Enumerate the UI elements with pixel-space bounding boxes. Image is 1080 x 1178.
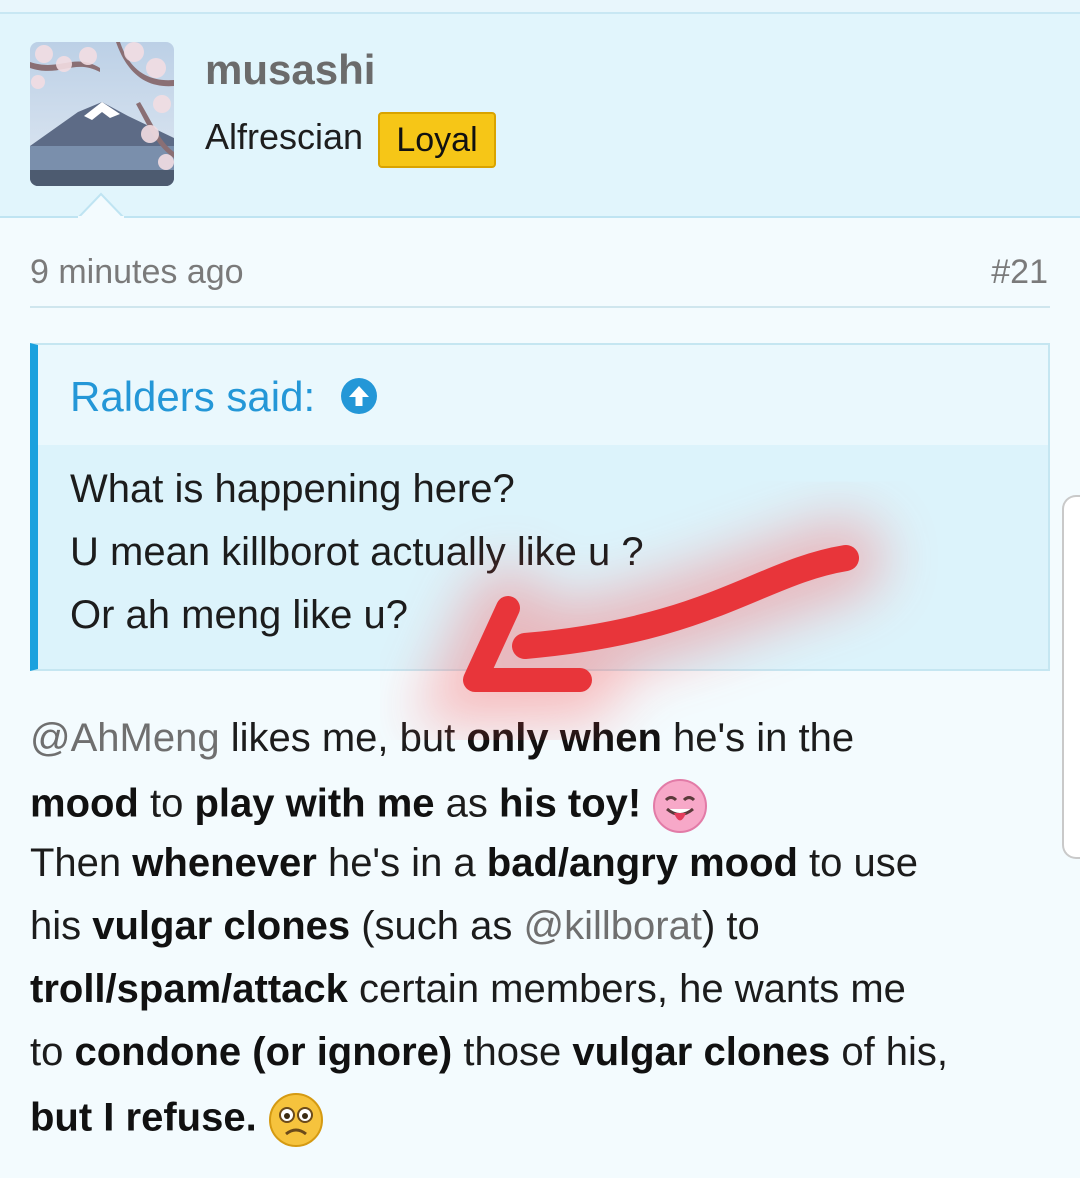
- tongue-out-emoji: [653, 779, 708, 833]
- post-line: his vulgar clones (such as @killborat) t…: [30, 904, 760, 949]
- quote-block: Ralders said: What is happening here? U …: [30, 343, 1050, 671]
- bold-text: play with me: [194, 781, 435, 826]
- avatar[interactable]: [30, 42, 174, 186]
- worried-emoji: [268, 1093, 323, 1147]
- bold-text: whenever: [132, 841, 317, 885]
- text: (such as: [350, 904, 524, 948]
- mention-link[interactable]: @AhMeng: [30, 716, 220, 760]
- text: to use: [797, 841, 919, 885]
- text: as: [434, 781, 500, 826]
- mention-link[interactable]: @killborat: [524, 904, 702, 948]
- quote-author[interactable]: Ralders said:: [70, 373, 315, 421]
- post-timestamp[interactable]: 9 minutes ago: [30, 253, 244, 292]
- quote-header: Ralders said:: [38, 345, 1048, 445]
- quote-line: What is happening here?: [70, 467, 515, 511]
- bold-text: but I refuse.: [30, 1095, 257, 1140]
- post-line: mood to play with me as his toy!: [30, 778, 708, 834]
- avatar-image: [30, 42, 174, 186]
- divider: [30, 306, 1050, 308]
- text: of his,: [830, 1030, 949, 1074]
- text: Then: [30, 841, 133, 885]
- scrollbar[interactable]: [1062, 495, 1080, 859]
- bold-text: his toy!: [499, 781, 642, 826]
- post-line: to condone (or ignore) those vulgar clon…: [30, 1030, 948, 1075]
- user-title: Alfrescian: [205, 116, 364, 157]
- top-strip: [0, 0, 1080, 14]
- username[interactable]: musashi: [205, 46, 375, 94]
- user-badge: Loyal: [378, 112, 496, 168]
- bold-text: bad/angry mood: [486, 841, 798, 885]
- post-line: troll/spam/attack certain members, he wa…: [30, 967, 906, 1012]
- bold-text: vulgar clones: [92, 904, 351, 948]
- bold-text: only when: [466, 716, 662, 760]
- bold-text: mood: [30, 781, 139, 826]
- arrow-up-circle-icon[interactable]: [340, 377, 378, 415]
- text: his: [30, 904, 93, 948]
- quote-body: What is happening here? U mean killborot…: [38, 445, 1048, 669]
- text: ) to: [701, 904, 760, 948]
- text: to: [138, 781, 195, 826]
- text: those: [452, 1030, 573, 1074]
- bold-text: troll/spam/attack: [30, 967, 348, 1011]
- post-line: Then whenever he's in a bad/angry mood t…: [30, 841, 918, 886]
- quote-line: U mean killborot actually like u ?: [70, 530, 644, 574]
- text: to: [30, 1030, 75, 1074]
- text: likes me, but: [219, 716, 467, 760]
- user-panel-pointer: [78, 192, 124, 218]
- bold-text: vulgar clones: [572, 1030, 831, 1074]
- post-line: but I refuse.: [30, 1092, 324, 1148]
- text: he's in a: [316, 841, 487, 885]
- post-number[interactable]: #21: [991, 253, 1048, 292]
- bold-text: condone (or ignore): [74, 1030, 453, 1074]
- text: he's in the: [661, 716, 855, 760]
- text: certain members, he wants me: [347, 967, 906, 1011]
- quote-line: Or ah meng like u?: [70, 593, 408, 637]
- post-line: @AhMeng likes me, but only when he's in …: [30, 716, 854, 761]
